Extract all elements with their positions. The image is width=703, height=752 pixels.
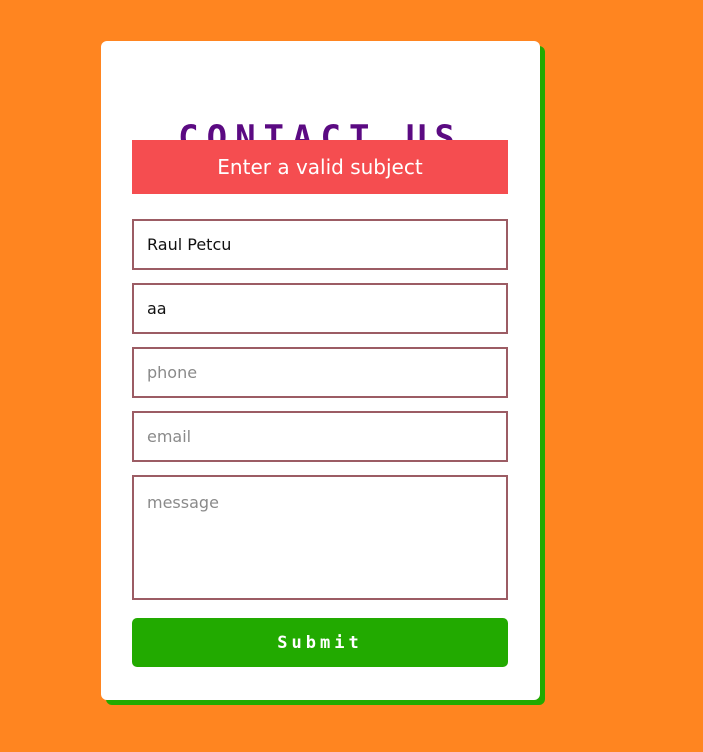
submit-button[interactable]: Submit (132, 618, 508, 667)
email-field[interactable] (132, 411, 508, 462)
subject-field[interactable] (132, 283, 508, 334)
error-banner: Enter a valid subject (132, 140, 508, 194)
phone-field[interactable] (132, 347, 508, 398)
message-field[interactable] (132, 475, 508, 600)
name-field[interactable] (132, 219, 508, 270)
contact-form: CONTACT US Enter a valid subject Submit (101, 41, 540, 700)
